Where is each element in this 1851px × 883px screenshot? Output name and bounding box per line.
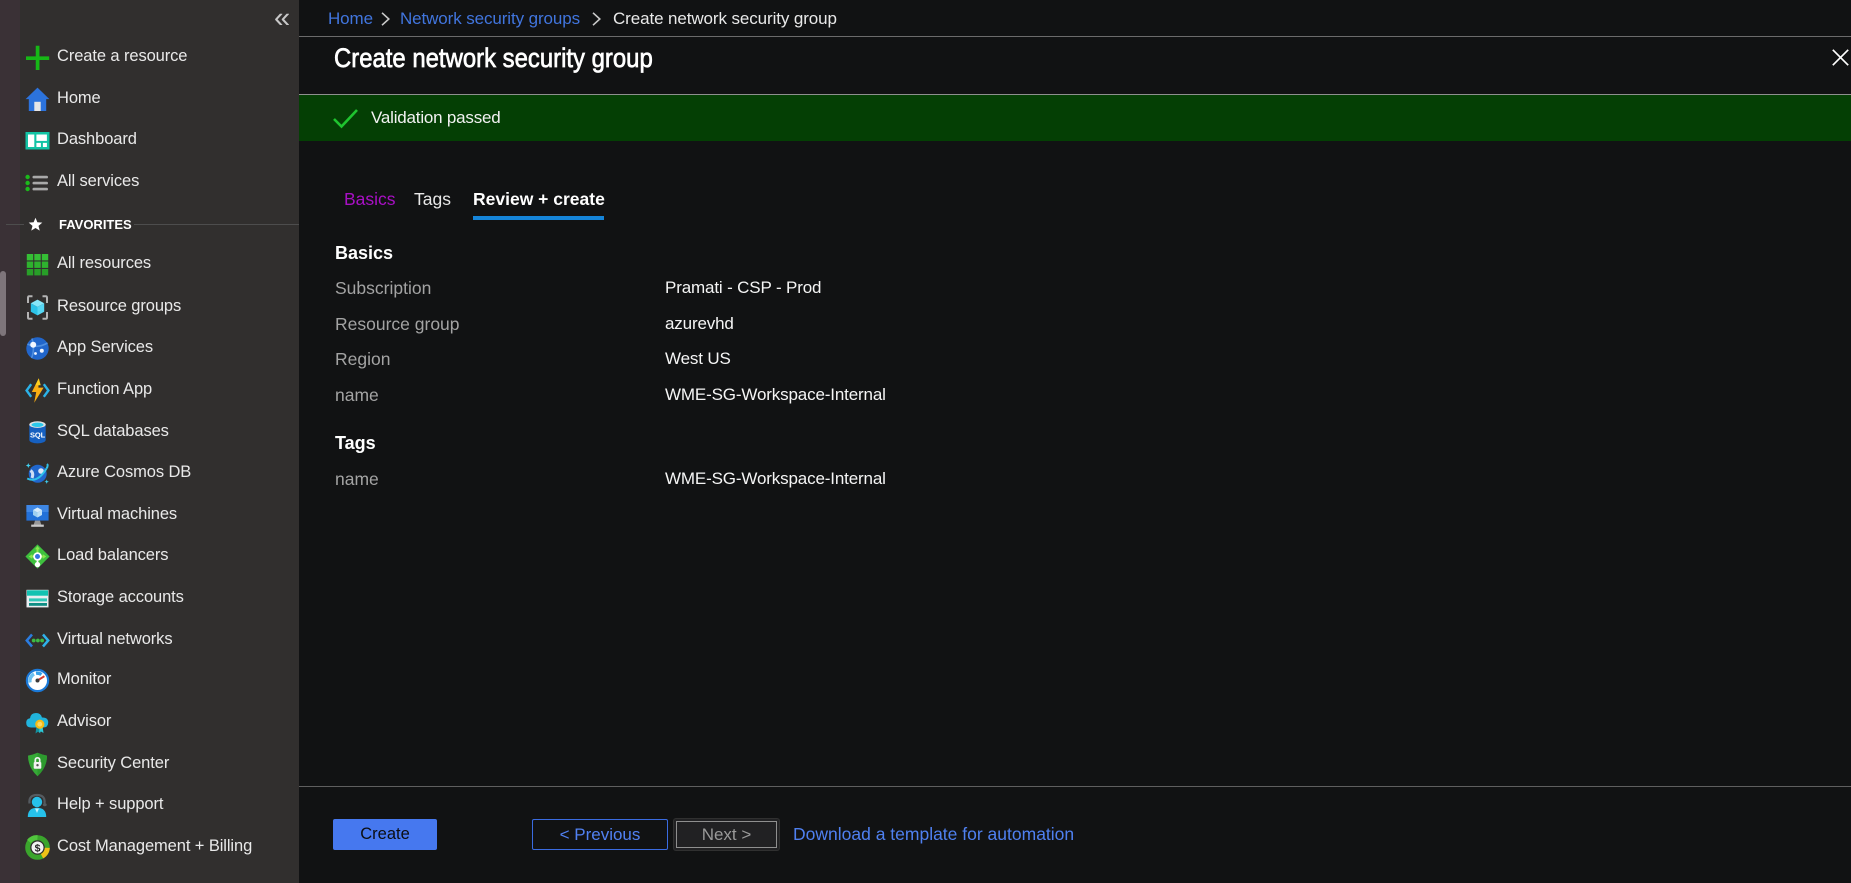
svg-text:SQL: SQL: [30, 431, 46, 440]
svg-text:$: $: [35, 842, 41, 854]
